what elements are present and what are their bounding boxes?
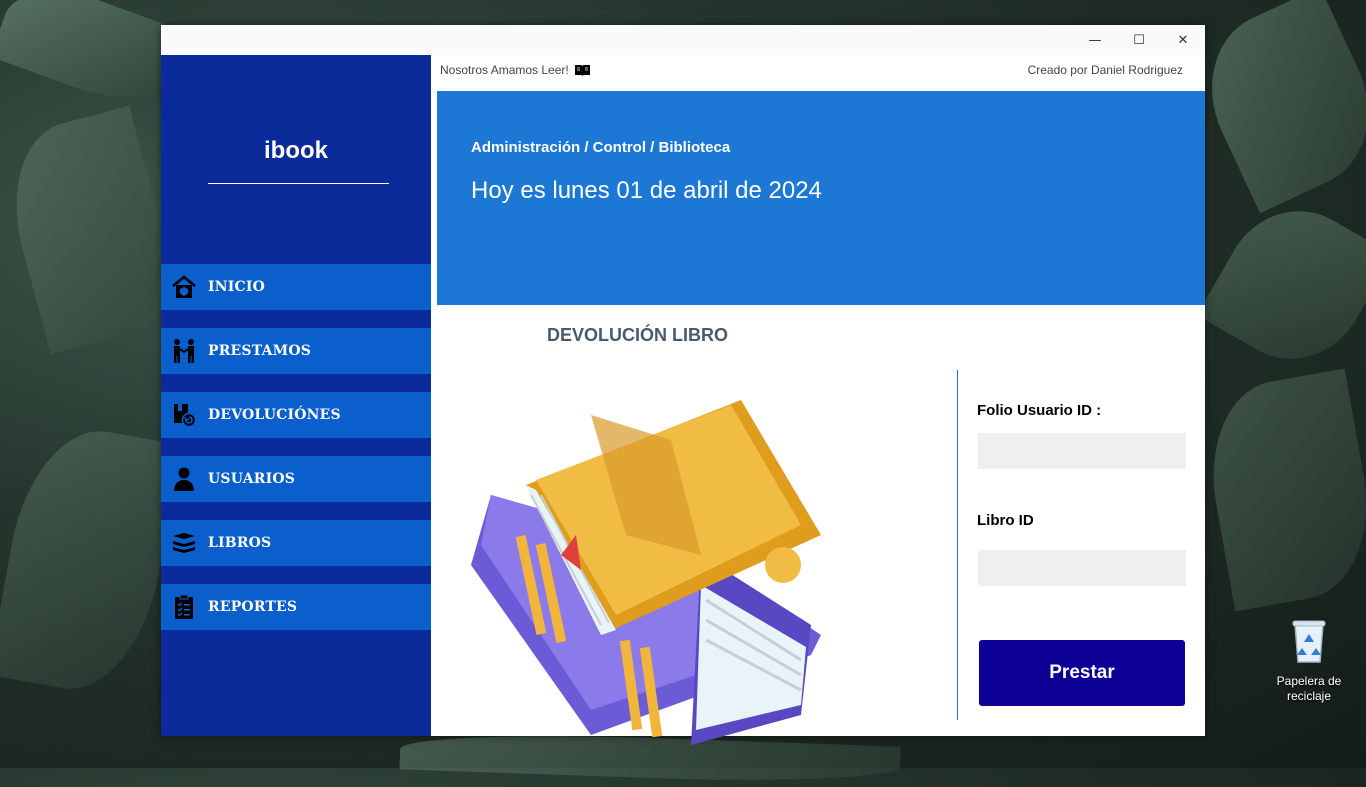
page-title: DEVOLUCIÓN LIBRO <box>547 325 729 345</box>
home-icon <box>171 274 197 300</box>
handshake-icon <box>171 338 197 364</box>
folio-label: Folio Usuario ID : <box>977 402 1102 419</box>
tagline-text: Nosotros Amamos Leer! <box>440 63 569 77</box>
tagline: Nosotros Amamos Leer! <box>440 63 591 77</box>
vertical-divider <box>957 370 958 720</box>
open-book-icon <box>574 65 590 76</box>
current-date: Hoy es lunes 01 de abril de 2024 <box>471 177 822 204</box>
return-book-icon <box>171 402 197 428</box>
sidebar-item-label: USUARIOS <box>208 471 296 487</box>
brand-divider <box>208 183 389 184</box>
sidebar-item-label: INICIO <box>208 279 265 295</box>
sidebar-item-usuarios[interactable]: USUARIOS <box>161 456 431 502</box>
sidebar: ibook INICIO PRESTAMOS DEVOLUCIÓNES USUA <box>161 55 431 736</box>
sidebar-item-libros[interactable]: LIBROS <box>161 520 431 566</box>
user-icon <box>171 466 197 492</box>
folio-usuario-input[interactable] <box>978 433 1186 469</box>
sidebar-item-inicio[interactable]: INICIO <box>161 264 431 310</box>
recycle-bin-label: Papelera de reciclaje <box>1276 674 1342 703</box>
sidebar-item-label: LIBROS <box>208 535 272 551</box>
sidebar-item-label: REPORTES <box>208 599 298 615</box>
main-panel: Nosotros Amamos Leer! Creado por Daniel … <box>431 55 1205 745</box>
recycle-bin[interactable]: Papelera de reciclaje <box>1270 618 1348 704</box>
close-button[interactable]: ✕ <box>1161 25 1205 55</box>
libro-label: Libro ID <box>977 512 1034 529</box>
maximize-button[interactable]: ☐ <box>1117 25 1161 55</box>
sidebar-item-prestamos[interactable]: PRESTAMOS <box>161 328 431 374</box>
app-brand: ibook <box>264 137 328 164</box>
sidebar-item-devoluciones[interactable]: DEVOLUCIÓNES <box>161 392 431 438</box>
books-illustration <box>471 400 821 745</box>
books-icon <box>171 530 197 556</box>
breadcrumb: Administración / Control / Biblioteca <box>471 139 731 156</box>
sidebar-item-label: PRESTAMOS <box>208 343 312 359</box>
header-banner: Administración / Control / Biblioteca Ho… <box>437 91 1205 305</box>
minimize-button[interactable]: — <box>1073 25 1117 55</box>
sidebar-item-reportes[interactable]: REPORTES <box>161 584 431 630</box>
sidebar-item-label: DEVOLUCIÓNES <box>208 407 341 423</box>
app-window: — ☐ ✕ ibook INICIO PRESTAMOS DEVOLUCIÓNE… <box>161 25 1205 745</box>
prestar-button[interactable]: Prestar <box>979 640 1185 706</box>
libro-id-input[interactable] <box>978 550 1186 586</box>
clipboard-icon <box>171 594 197 620</box>
author-credit: Creado por Daniel Rodriguez <box>1027 63 1183 77</box>
recycle-bin-icon <box>1292 620 1326 663</box>
title-bar: — ☐ ✕ <box>161 25 1205 55</box>
